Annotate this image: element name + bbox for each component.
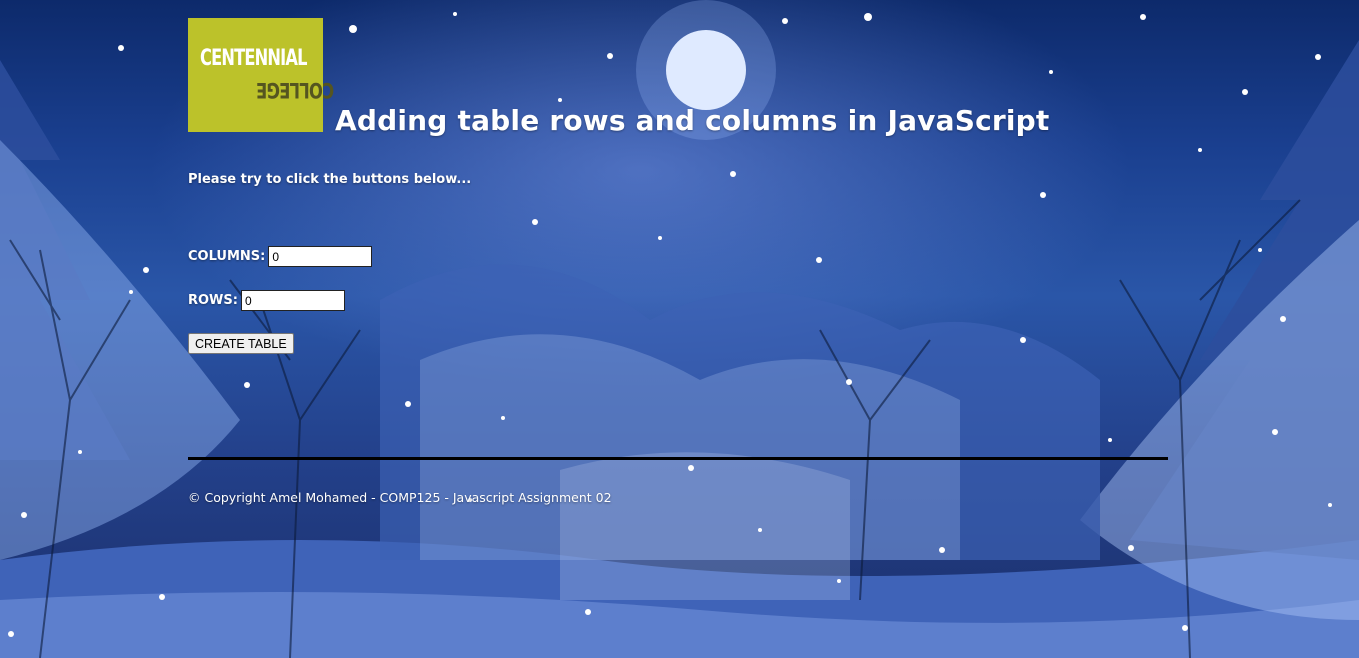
rows-label: ROWS: <box>188 293 238 308</box>
create-table-button[interactable]: CREATE TABLE <box>188 333 294 354</box>
columns-field-row: COLUMNS: <box>188 246 373 267</box>
rows-input[interactable] <box>240 290 345 311</box>
footer-divider <box>188 457 1168 460</box>
instruction-text: Please try to click the buttons below... <box>188 172 472 187</box>
logo-line1: CENTENNIAL <box>200 46 307 71</box>
moon-icon <box>666 30 746 110</box>
columns-label: COLUMNS: <box>188 249 266 264</box>
centennial-college-logo: CENTENNIAL COLLEGE <box>188 18 334 132</box>
snow-ground <box>0 540 1359 658</box>
footer-copyright: © Copyright Amel Mohamed - COMP125 - Jav… <box>188 490 612 505</box>
columns-input[interactable] <box>268 246 373 267</box>
tree-branches <box>9 199 1301 658</box>
page-title: Adding table rows and columns in JavaScr… <box>335 104 1050 137</box>
rows-field-row: ROWS: <box>188 290 345 311</box>
logo-line2: COLLEGE <box>256 78 335 102</box>
